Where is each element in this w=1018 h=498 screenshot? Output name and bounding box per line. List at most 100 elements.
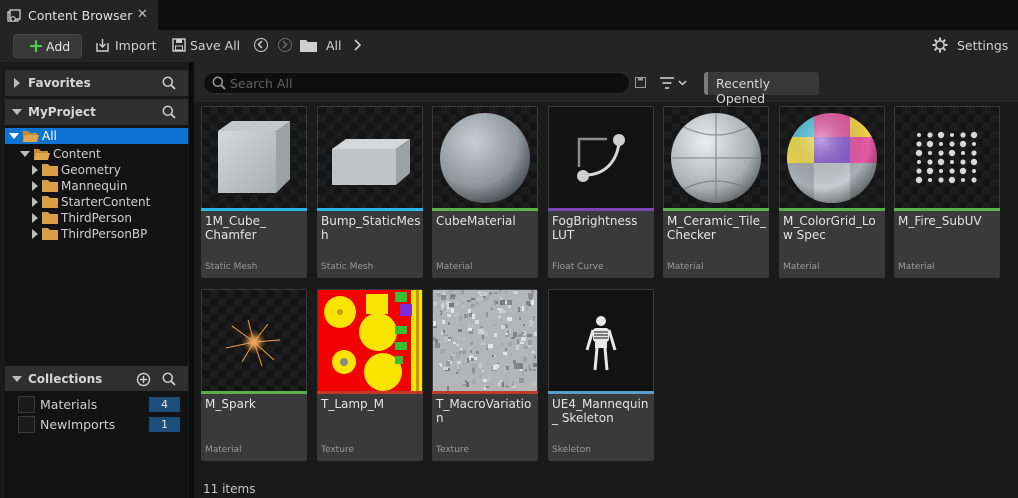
collection-checkbox[interactable] (18, 416, 35, 433)
forward-icon[interactable] (278, 38, 292, 52)
asset-type: Material (783, 262, 820, 272)
asset-type: Material (667, 262, 704, 272)
project-label: MyProject (28, 105, 96, 119)
asset-type-bar (432, 391, 538, 394)
tree-item-geometry[interactable]: Geometry (32, 162, 121, 178)
static-mesh-thumbnail (318, 107, 422, 208)
tree-item-all[interactable]: All (5, 128, 188, 144)
search-icon[interactable] (162, 372, 176, 386)
collection-checkbox[interactable] (18, 396, 35, 413)
caret-right-icon (32, 165, 38, 175)
project-header[interactable]: MyProject (5, 99, 188, 125)
search-icon[interactable] (162, 76, 176, 90)
collections-header[interactable]: Collections (5, 366, 188, 392)
caret-right-icon (14, 78, 20, 88)
path-breadcrumb-all[interactable]: All (326, 38, 342, 53)
asset-type: Material (205, 445, 242, 455)
collection-item-materials[interactable]: Materials 4 (18, 395, 184, 413)
collection-count-badge: 4 (149, 397, 180, 412)
search-box[interactable] (203, 72, 630, 94)
tree-item-startercontent[interactable]: StarterContent (32, 194, 150, 210)
caret-right-icon (32, 181, 38, 191)
filter-chip-recently-opened[interactable]: Recently Opened (704, 72, 819, 106)
collection-item-newimports[interactable]: NewImports 1 (18, 415, 184, 433)
material-thumbnail (433, 107, 537, 208)
favorites-label: Favorites (28, 76, 91, 90)
tree-label: Mannequin (61, 179, 128, 193)
import-icon[interactable] (95, 38, 110, 53)
tab-content-browser[interactable]: Content Browser ✕ (0, 0, 158, 30)
asset-tile-1m-cube-chamfer[interactable]: 1M_Cube_ Chamfer Static Mesh (201, 106, 307, 278)
asset-name: UE4_Mannequin_ Skeleton (552, 397, 649, 425)
item-count-status: 11 items (203, 482, 256, 496)
plus-icon: + (28, 35, 44, 57)
favorites-header[interactable]: Favorites (5, 70, 188, 96)
asset-name: FogBrightness LUT (552, 214, 638, 242)
folder-icon (42, 212, 58, 224)
import-button[interactable]: Import (115, 38, 157, 53)
search-input[interactable] (230, 75, 620, 91)
filter-icon[interactable] (659, 76, 687, 90)
asset-type: Static Mesh (205, 262, 258, 272)
back-icon[interactable] (254, 38, 268, 52)
add-collection-icon[interactable] (136, 372, 151, 387)
tree-item-mannequin[interactable]: Mannequin (32, 178, 127, 194)
asset-tile-t-macrovariation[interactable]: T_MacroVariation Texture (432, 289, 538, 461)
asset-tile-bump-staticmesh[interactable]: Bump_StaticMesh Static Mesh (317, 106, 423, 278)
asset-type-bar (432, 208, 538, 211)
texture-thumbnail (433, 290, 538, 391)
chevron-right-icon[interactable] (352, 39, 362, 51)
caret-right-icon (32, 213, 38, 223)
save-search-icon[interactable] (635, 77, 646, 88)
add-button[interactable]: + Add (13, 34, 82, 58)
caret-right-icon (32, 229, 38, 239)
asset-view: Recently Opened 1M_Cube_ Chamfer Static … (194, 62, 1018, 498)
asset-tile-ue4-mannequin-skeleton[interactable]: UE4_Mannequin_ Skeleton Skeleton (548, 289, 654, 461)
asset-name: M_Spark (205, 397, 256, 411)
asset-tile-t-lamp-m[interactable]: T_Lamp_M Texture (317, 289, 423, 461)
asset-tile-cubematerial[interactable]: CubeMaterial Material (432, 106, 538, 278)
material-thumbnail (895, 107, 999, 208)
gear-icon[interactable] (932, 37, 948, 53)
tree-item-thirdpersonbp[interactable]: ThirdPersonBP (32, 226, 147, 242)
asset-name: Bump_StaticMesh (321, 214, 421, 242)
save-all-button[interactable]: Save All (190, 38, 240, 53)
folder-icon (42, 180, 58, 192)
folder-icon (300, 40, 317, 52)
search-icon[interactable] (162, 105, 176, 119)
tree-label: Content (53, 147, 101, 161)
asset-type: Material (898, 262, 935, 272)
filter-bar: Recently Opened (194, 62, 1018, 106)
asset-tile-m-fire-subuv[interactable]: M_Fire_SubUV Material (894, 106, 1000, 278)
save-icon[interactable] (172, 38, 186, 52)
folder-icon (42, 164, 58, 176)
material-thumbnail (202, 290, 306, 391)
toolbar: + Add Import Save All All Settings (0, 30, 1018, 62)
asset-tile-m-spark[interactable]: M_Spark Material (201, 289, 307, 461)
tree-label: Geometry (61, 163, 121, 177)
tree-label: All (42, 129, 57, 143)
asset-type: Texture (321, 445, 354, 455)
folder-icon (42, 228, 58, 240)
close-icon[interactable]: ✕ (137, 7, 148, 22)
static-mesh-thumbnail (202, 107, 306, 208)
tree-item-content[interactable]: Content (20, 146, 101, 162)
sources-panel: Favorites MyProject All Content Geometry… (0, 62, 194, 498)
caret-down-icon (12, 376, 22, 382)
tree-item-thirdperson[interactable]: ThirdPerson (32, 210, 132, 226)
content-browser-icon (7, 9, 21, 22)
tree-label: ThirdPersonBP (61, 227, 148, 241)
asset-name: CubeMaterial (436, 214, 516, 228)
asset-name: T_MacroVariation (436, 397, 532, 425)
collection-name: NewImports (40, 417, 116, 432)
asset-type-bar (894, 208, 1000, 211)
asset-name: T_Lamp_M (321, 397, 385, 411)
asset-tile-fogbrightness-lut[interactable]: FogBrightness LUT Float Curve (548, 106, 654, 278)
asset-name: M_Fire_SubUV (898, 214, 982, 228)
settings-button[interactable]: Settings (957, 38, 1008, 53)
asset-type-bar (201, 391, 307, 394)
tab-bar: Content Browser ✕ (0, 0, 1018, 30)
asset-name: M_ColorGrid_Low Spec (783, 214, 876, 242)
asset-tile-m-colorgrid-lowspec[interactable]: M_ColorGrid_Low Spec Material (779, 106, 885, 278)
asset-tile-m-ceramic-tile-checker[interactable]: M_Ceramic_Tile_ Checker Material (663, 106, 769, 278)
